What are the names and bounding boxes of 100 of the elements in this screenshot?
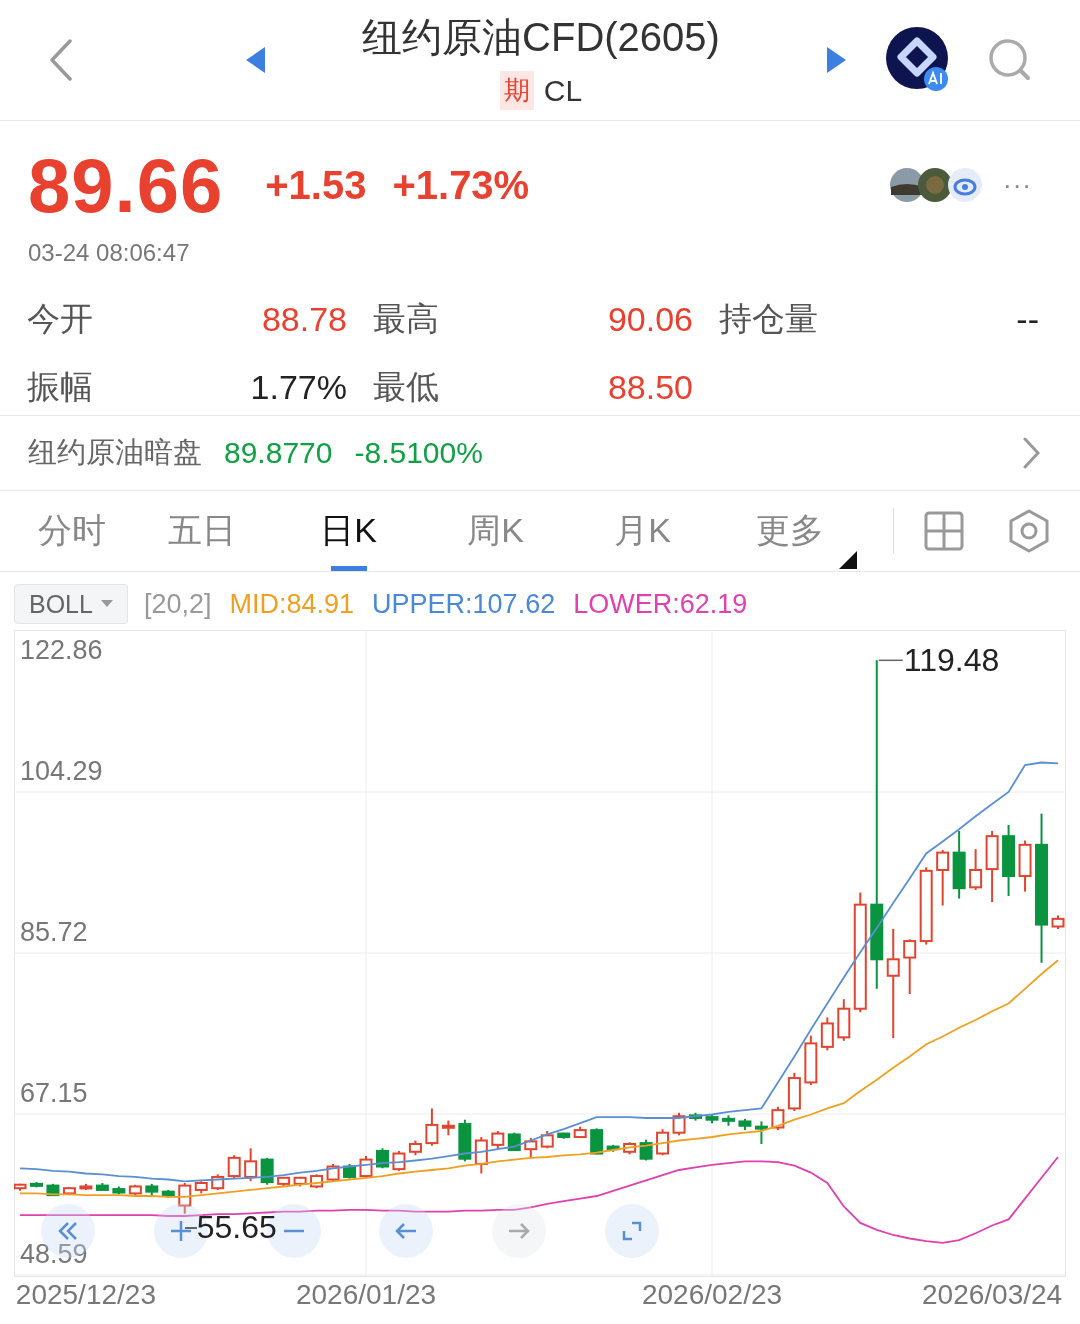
candlestick — [656, 1128, 670, 1157]
axis-tick-label: 104.29 — [20, 756, 103, 786]
chevron-right-icon[interactable] — [1022, 437, 1040, 469]
futures-badge: 期 — [499, 71, 534, 110]
indicator-value: LOWER:62.19 — [573, 588, 748, 620]
indicator-params: [20,2] — [143, 588, 212, 620]
search-icon[interactable] — [988, 38, 1032, 82]
candlestick — [260, 1156, 274, 1186]
next-icon[interactable] — [826, 47, 846, 73]
candlestick — [820, 1016, 834, 1052]
stat-value: 1.77% — [250, 367, 347, 407]
candlestick — [227, 1154, 241, 1180]
period-tab[interactable]: 日K — [275, 491, 422, 571]
candlestick — [689, 1111, 702, 1122]
candlestick — [408, 1139, 422, 1157]
candlestick — [804, 1034, 818, 1086]
candlestick — [738, 1117, 752, 1132]
candlestick — [277, 1175, 291, 1188]
scroll-left-button[interactable] — [379, 1204, 433, 1258]
candlestick — [79, 1182, 93, 1191]
candlestick — [14, 1182, 27, 1192]
candlestick — [46, 1182, 60, 1197]
candlestick — [787, 1071, 801, 1113]
candlestick — [705, 1113, 719, 1125]
candlestick — [458, 1118, 472, 1163]
candlestick — [30, 1181, 43, 1189]
period-tab[interactable]: 月K — [569, 491, 716, 571]
axis-tick-label: 48.59 — [20, 1239, 88, 1269]
candlestick — [376, 1147, 389, 1170]
dark-pool-label: 纽约原油暗盘 — [28, 435, 202, 470]
period-tab[interactable]: 五日 — [128, 491, 275, 571]
arrow-right-icon — [508, 1222, 530, 1240]
layout-grid-icon[interactable] — [924, 511, 964, 551]
candlestick — [425, 1107, 439, 1147]
candlestick — [606, 1143, 620, 1153]
stat-label: 最低 — [373, 366, 439, 407]
previous-icon[interactable] — [246, 47, 266, 73]
indicator-value: UPPER:107.62 — [372, 588, 556, 620]
candlestick — [969, 848, 983, 891]
expand-icon — [622, 1221, 642, 1241]
dark-pool-price: 89.8770 — [224, 436, 333, 470]
candlestick — [194, 1180, 208, 1195]
candlestick — [1051, 914, 1065, 930]
candlestick — [128, 1183, 142, 1197]
minus-icon — [283, 1229, 305, 1233]
stat-label: 今开 — [27, 298, 93, 339]
more-menu[interactable]: ··· — [1003, 169, 1032, 201]
candlestick — [95, 1182, 109, 1192]
candlestick — [161, 1188, 175, 1199]
candlestick — [557, 1131, 571, 1140]
quote-time: 03-24 08:06:47 — [28, 239, 190, 267]
date-label: 2026/03/24 — [922, 1279, 1063, 1310]
candlestick — [903, 938, 917, 995]
high-marker-label: 119.48 — [903, 642, 1000, 679]
stat-value: 88.50 — [607, 367, 693, 407]
candlestick — [837, 998, 851, 1042]
last-price: 89.66 — [28, 141, 224, 229]
settings-icon[interactable] — [1008, 509, 1050, 553]
candlestick — [326, 1162, 340, 1183]
candlestick — [936, 849, 950, 907]
candlestick — [211, 1173, 225, 1191]
date-label: 2026/01/23 — [295, 1279, 437, 1310]
candlestick — [952, 829, 966, 900]
stat-value: -- — [1016, 299, 1039, 339]
date-label: 2026/02/23 — [641, 1279, 783, 1310]
candlestick — [623, 1141, 637, 1156]
candlestick — [540, 1129, 554, 1150]
dark-pool-change: -8.5100% — [354, 436, 483, 470]
candlestick — [507, 1131, 521, 1152]
indicator-value: MID:84.91 — [229, 588, 355, 620]
period-tab[interactable]: 分时 — [16, 491, 128, 571]
period-tab[interactable]: 更多 — [716, 491, 863, 571]
candlestick — [722, 1114, 735, 1127]
stat-label: 最高 — [373, 298, 439, 339]
window-title: 纽约原油CFD(2605) — [362, 14, 720, 61]
candlestick — [474, 1136, 488, 1175]
caret-icon — [100, 600, 113, 608]
candlestick — [343, 1162, 356, 1180]
leader-line — [184, 1226, 197, 1229]
candlestick — [244, 1147, 258, 1183]
indicator-dropdown[interactable]: BOLL — [14, 584, 128, 624]
axis-top-label: 122.86 — [20, 635, 103, 665]
candlestick — [441, 1119, 455, 1137]
fullscreen-button[interactable] — [605, 1204, 659, 1258]
axis-tick-label: 67.15 — [20, 1078, 88, 1109]
candlestick — [62, 1186, 76, 1197]
candlestick — [112, 1185, 126, 1196]
back-icon[interactable] — [48, 39, 74, 81]
symbol-code: CL — [543, 73, 583, 108]
price-change: +1.53 — [265, 162, 367, 208]
period-tab[interactable]: 周K — [422, 491, 569, 571]
candlestick — [1018, 839, 1032, 893]
candlestick — [392, 1149, 406, 1172]
date-label: 2025/12/23 — [15, 1279, 156, 1310]
candlestick — [771, 1105, 785, 1132]
axis-tick-label: 85.72 — [20, 917, 88, 948]
candlestick — [754, 1120, 768, 1145]
candlestick — [359, 1155, 373, 1179]
candlestick — [491, 1129, 505, 1151]
candlestick — [145, 1182, 159, 1197]
